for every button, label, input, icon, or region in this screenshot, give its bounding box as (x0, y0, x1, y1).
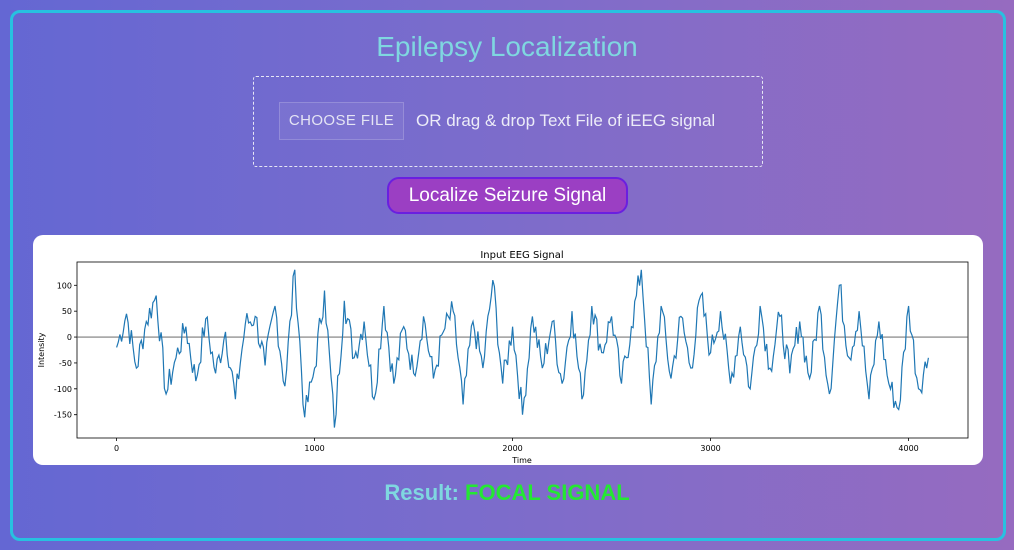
page-title: Epilepsy Localization (376, 31, 638, 62)
signal-line (116, 269, 929, 428)
y-axis-label: Intensity (37, 332, 46, 367)
y-tick-label: -100 (54, 385, 72, 394)
y-tick-label: 100 (57, 281, 72, 290)
eeg-line-chart: Input EEG Signal 100 50 0 -50 -100 -150 0 1000… (37, 250, 969, 465)
y-tick-label: -150 (54, 411, 72, 420)
eeg-chart-card: Input EEG Signal 100 50 0 -50 -100 -150 0 1000… (33, 235, 983, 465)
result-line: Result: FOCAL SIGNAL (0, 480, 1014, 506)
y-tick-label: -50 (59, 359, 72, 368)
x-axis-ticks: 0 1000 2000 3000 4000 (114, 438, 919, 453)
y-tick-label: 0 (67, 333, 72, 342)
file-dropzone[interactable]: CHOOSE FILE OR drag & drop Text File of … (253, 76, 763, 167)
x-tick-label: 1000 (304, 444, 324, 453)
chart-title: Input EEG Signal (480, 250, 563, 261)
choose-file-button[interactable]: CHOOSE FILE (279, 102, 404, 140)
localize-seizure-button[interactable]: Localize Seizure Signal (387, 177, 628, 214)
y-tick-label: 50 (62, 307, 72, 316)
x-tick-label: 2000 (502, 444, 522, 453)
x-tick-label: 0 (114, 444, 119, 453)
x-axis-label: Time (511, 456, 532, 465)
x-tick-label: 4000 (898, 444, 918, 453)
x-tick-label: 3000 (700, 444, 720, 453)
y-axis-ticks: 100 50 0 -50 -100 -150 (54, 281, 77, 420)
dropzone-hint: OR drag & drop Text File of iEEG signal (416, 111, 716, 130)
result-label: Result: (384, 480, 459, 505)
result-value: FOCAL SIGNAL (465, 480, 630, 505)
